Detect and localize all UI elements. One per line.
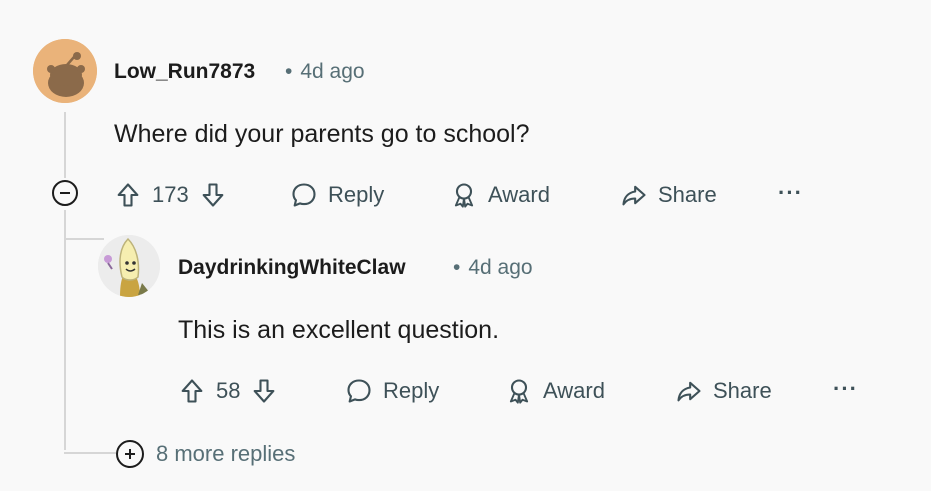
comment-username[interactable]: Low_Run7873 <box>114 60 255 84</box>
reply-reply-button[interactable]: Reply <box>345 371 439 411</box>
downvote-icon[interactable] <box>250 377 278 405</box>
reply-vote-count: 58 <box>216 378 241 403</box>
thread-line-more-branch <box>64 452 116 454</box>
comment-share-button[interactable]: Share <box>620 175 717 215</box>
banana-avatar-icon <box>98 235 160 297</box>
minus-icon <box>60 192 70 194</box>
comment-text: Where did your parents go to school? <box>114 120 530 148</box>
award-icon <box>509 379 529 404</box>
reply-text: This is an excellent question. <box>178 316 500 344</box>
share-arrow-icon <box>677 381 701 402</box>
comment-vote-controls: 173 <box>114 175 227 215</box>
upvote-icon[interactable] <box>178 377 206 405</box>
reply-reply-label: Reply <box>383 378 440 403</box>
reply-username[interactable]: DaydrinkingWhiteClaw <box>178 256 406 280</box>
more-replies-button[interactable]: 8 more replies <box>116 440 295 468</box>
thread-line-reply-branch <box>64 238 104 240</box>
downvote-icon[interactable] <box>199 181 227 209</box>
thread-line-main <box>64 112 66 178</box>
reply-share-label: Share <box>713 378 772 403</box>
collapse-thread-button[interactable] <box>52 180 78 206</box>
meta-separator: • <box>285 60 293 83</box>
reply-time: 4d ago <box>468 256 533 279</box>
avatar[interactable] <box>33 39 97 103</box>
snoo-avatar-icon <box>33 39 97 103</box>
reply-award-label: Award <box>543 378 605 403</box>
reply-award-button[interactable]: Award <box>505 371 605 411</box>
avatar[interactable] <box>98 235 160 297</box>
expand-replies-toggle <box>116 440 144 468</box>
thread-line-collapse <box>64 210 66 450</box>
award-icon <box>454 183 474 208</box>
reply-more-options-button[interactable]: ··· <box>833 376 858 402</box>
more-replies-label: 8 more replies <box>156 441 296 466</box>
reply-timestamp: • 4d ago <box>453 256 533 280</box>
comment-award-label: Award <box>488 182 550 207</box>
comment-vote-count: 173 <box>152 182 189 207</box>
share-arrow-icon <box>622 185 646 206</box>
comment-reply-label: Reply <box>328 182 385 207</box>
comment-time: 4d ago <box>300 60 365 83</box>
comment-share-label: Share <box>658 182 717 207</box>
reply-bubble-icon <box>347 379 371 403</box>
comment-timestamp: • 4d ago <box>285 60 365 84</box>
reply-share-button[interactable]: Share <box>675 371 772 411</box>
plus-icon <box>125 449 135 459</box>
comment-more-options-button[interactable]: ··· <box>778 180 803 206</box>
comment-reply-button[interactable]: Reply <box>290 175 384 215</box>
upvote-icon[interactable] <box>114 181 142 209</box>
meta-separator: • <box>453 256 461 279</box>
comment-award-button[interactable]: Award <box>450 175 550 215</box>
reply-bubble-icon <box>292 183 316 207</box>
reply-vote-controls: 58 <box>178 371 278 411</box>
